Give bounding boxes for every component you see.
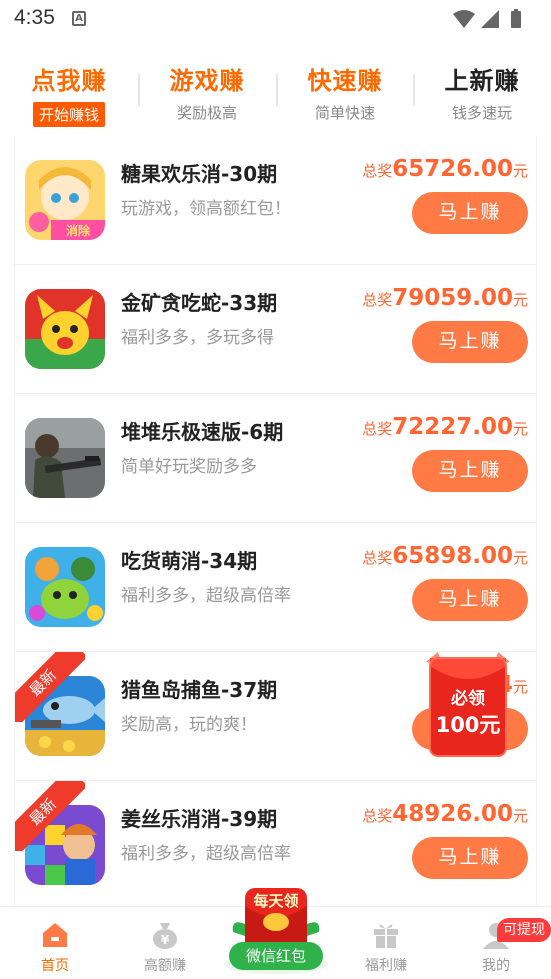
- game-desc: 玩游戏，领高额红包！: [121, 199, 291, 219]
- withdrawable-badge: 可提现: [497, 918, 551, 942]
- game-desc: 福利多多，多玩多得: [121, 328, 274, 348]
- tab-game-earn[interactable]: 游戏赚 奖励极高: [138, 52, 276, 130]
- new-ribbon: 最新: [15, 781, 85, 851]
- nav-label: 高额赚: [144, 958, 186, 974]
- prize-unit: 元: [512, 420, 528, 438]
- tab-subtitle: 开始赚钱: [32, 102, 105, 127]
- list-item[interactable]: 吃货萌消-34期 福利多多，超级高倍率 总奖65898.00元 马上赚: [15, 523, 536, 652]
- prize-unit: 元: [512, 549, 528, 567]
- tab-subtitle: 钱多速玩: [451, 104, 512, 122]
- prize-value: 65726.00: [392, 156, 513, 182]
- center-top-text: 每天领: [253, 892, 299, 910]
- prize-value: 79059.00: [392, 285, 513, 311]
- prize-label: 总奖: [362, 549, 393, 567]
- game-list[interactable]: 消除 糖果欢乐消-30期 玩游戏，领高额红包！ 总奖65726.00元 马上赚 …: [14, 136, 537, 906]
- status-bar: 4:35 A: [0, 0, 551, 38]
- game-desc: 福利多多，超级高倍率: [121, 844, 291, 864]
- game-desc: 简单好玩奖励多多: [121, 457, 257, 477]
- nav-welfare-earn[interactable]: 福利赚: [336, 907, 436, 979]
- new-badge-text: 最新: [15, 781, 85, 851]
- gift-icon: [374, 924, 398, 948]
- home-icon: [43, 923, 67, 947]
- prize-label: 总奖: [362, 807, 393, 825]
- prize-unit: 元: [512, 291, 528, 309]
- prize-total: 总奖72227.00元: [362, 414, 528, 440]
- game-desc: 奖励高，玩的爽！: [121, 715, 257, 735]
- prize-unit: 元: [512, 807, 528, 825]
- tab-new-earn[interactable]: 上新赚 钱多速玩: [413, 52, 551, 130]
- prize-value: 72227.00: [392, 414, 513, 440]
- tab-click-earn[interactable]: 点我赚 开始赚钱: [0, 52, 138, 130]
- floating-red-packet[interactable]: 必领 100元: [422, 652, 514, 758]
- status-icons: [453, 9, 521, 28]
- prize-total: 总奖48926.00元: [362, 801, 528, 827]
- tab-subtitle: 简单快速: [314, 104, 375, 122]
- app-screen: 4:35 A 点我赚 开始赚钱 游戏赚 奖励极高 快速赚 简单快速 上新赚 钱多…: [0, 0, 551, 979]
- tab-title: 快速赚: [307, 67, 383, 95]
- game-title: 吃货萌消-34期: [121, 549, 258, 573]
- prize-label: 总奖: [362, 291, 393, 309]
- prize-total: 总奖65726.00元: [362, 156, 528, 182]
- prize-unit: 元: [512, 162, 528, 180]
- game-title: 堆堆乐极速版-6期: [121, 420, 284, 444]
- nav-label: 福利赚: [365, 958, 407, 974]
- prize-value: 48926.00: [392, 801, 513, 827]
- red-packet-line1: 必领: [451, 689, 485, 709]
- tab-title: 点我赚: [31, 67, 107, 95]
- red-packet-line2: 100元: [435, 713, 501, 737]
- new-badge-text: 最新: [15, 652, 85, 722]
- status-time: 4:35: [14, 6, 55, 29]
- earn-now-button[interactable]: 马上赚: [412, 192, 528, 234]
- nav-label: 首页: [41, 958, 69, 974]
- tab-title: 上新赚: [444, 67, 520, 95]
- icon-badge-text: 消除: [66, 223, 91, 238]
- earn-now-button[interactable]: 马上赚: [412, 837, 528, 879]
- new-ribbon: 最新: [15, 652, 85, 722]
- prize-total: 总奖65898.00元: [362, 543, 528, 569]
- prize-label: 总奖: [362, 420, 393, 438]
- game-title: 金矿贪吃蛇-33期: [121, 291, 278, 315]
- nav-high-earn[interactable]: ¥ 高额赚: [115, 907, 215, 979]
- nav-home[interactable]: 首页: [5, 907, 105, 979]
- wifi-icon: [453, 10, 475, 28]
- signal-icon: [481, 10, 499, 28]
- earn-now-button[interactable]: 马上赚: [412, 579, 528, 621]
- tab-subtitle: 奖励极高: [176, 104, 237, 122]
- foodie-game-icon[interactable]: [25, 547, 105, 627]
- list-item[interactable]: 金矿贪吃蛇-33期 福利多多，多玩多得 总奖79059.00元 马上赚: [15, 265, 536, 394]
- top-tabs: 点我赚 开始赚钱 游戏赚 奖励极高 快速赚 简单快速 上新赚 钱多速玩: [0, 52, 551, 130]
- battery-icon: [511, 11, 521, 28]
- notification-icon: A: [72, 11, 86, 26]
- snake-game-icon[interactable]: [25, 289, 105, 369]
- svg-text:¥: ¥: [161, 933, 170, 947]
- game-title: 猎鱼岛捕鱼-37期: [121, 678, 278, 702]
- earn-now-button[interactable]: 马上赚: [412, 321, 528, 363]
- center-label: 微信红包: [229, 942, 323, 970]
- tab-title: 游戏赚: [169, 67, 245, 95]
- prize-label: 总奖: [362, 162, 393, 180]
- game-desc: 福利多多，超级高倍率: [121, 586, 291, 606]
- game-title: 姜丝乐消消-39期: [121, 807, 278, 831]
- earn-now-button[interactable]: 马上赚: [412, 450, 528, 492]
- prize-total: 总奖79059.00元: [362, 285, 528, 311]
- tab-quick-earn[interactable]: 快速赚 简单快速: [276, 52, 414, 130]
- candy-game-icon[interactable]: 消除: [25, 160, 105, 240]
- prize-unit: 元: [512, 678, 528, 696]
- list-item[interactable]: 消除 糖果欢乐消-30期 玩游戏，领高额红包！ 总奖65726.00元 马上赚: [15, 136, 536, 265]
- shooter-game-icon[interactable]: [25, 418, 105, 498]
- nav-label: 我的: [482, 958, 510, 974]
- game-title: 糖果欢乐消-30期: [121, 162, 278, 186]
- prize-value: 65898.00: [392, 543, 513, 569]
- list-item[interactable]: 堆堆乐极速版-6期 简单好玩奖励多多 总奖72227.00元 马上赚: [15, 394, 536, 523]
- money-bag-icon: ¥: [153, 923, 177, 949]
